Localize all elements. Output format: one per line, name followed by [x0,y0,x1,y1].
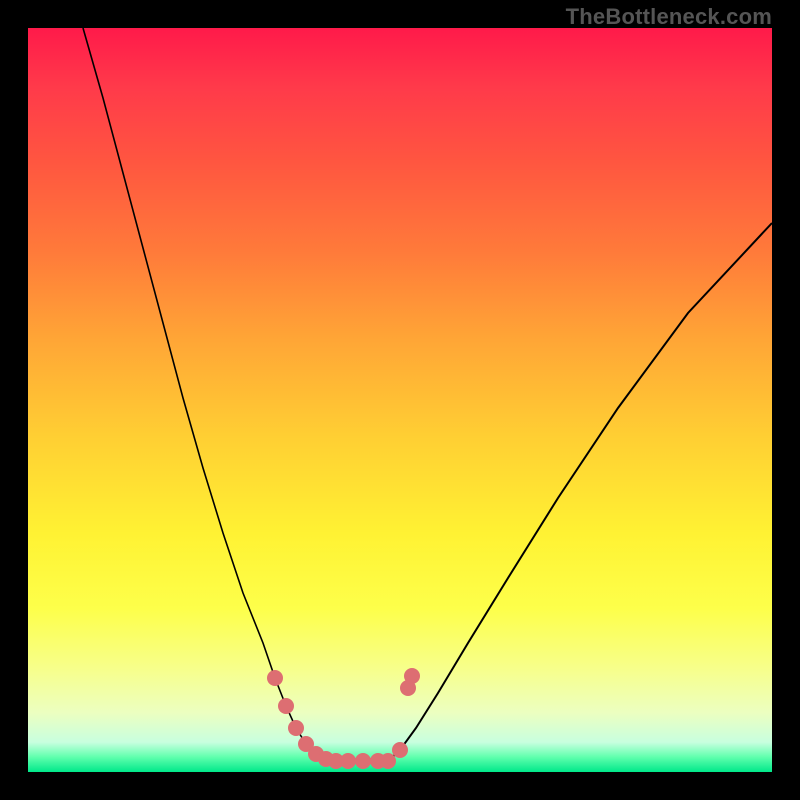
curve-right-branch [388,223,772,761]
marker-point [392,742,408,758]
watermark-text: TheBottleneck.com [566,4,772,30]
marker-group [267,668,420,769]
marker-point [278,698,294,714]
marker-point [404,668,420,684]
marker-point [340,753,356,769]
plot-area [28,28,772,772]
marker-point [380,753,396,769]
marker-point [288,720,304,736]
chart-frame: TheBottleneck.com [0,0,800,800]
curve-layer [28,28,772,772]
marker-point [355,753,371,769]
curve-left-branch [83,28,334,761]
marker-point [267,670,283,686]
